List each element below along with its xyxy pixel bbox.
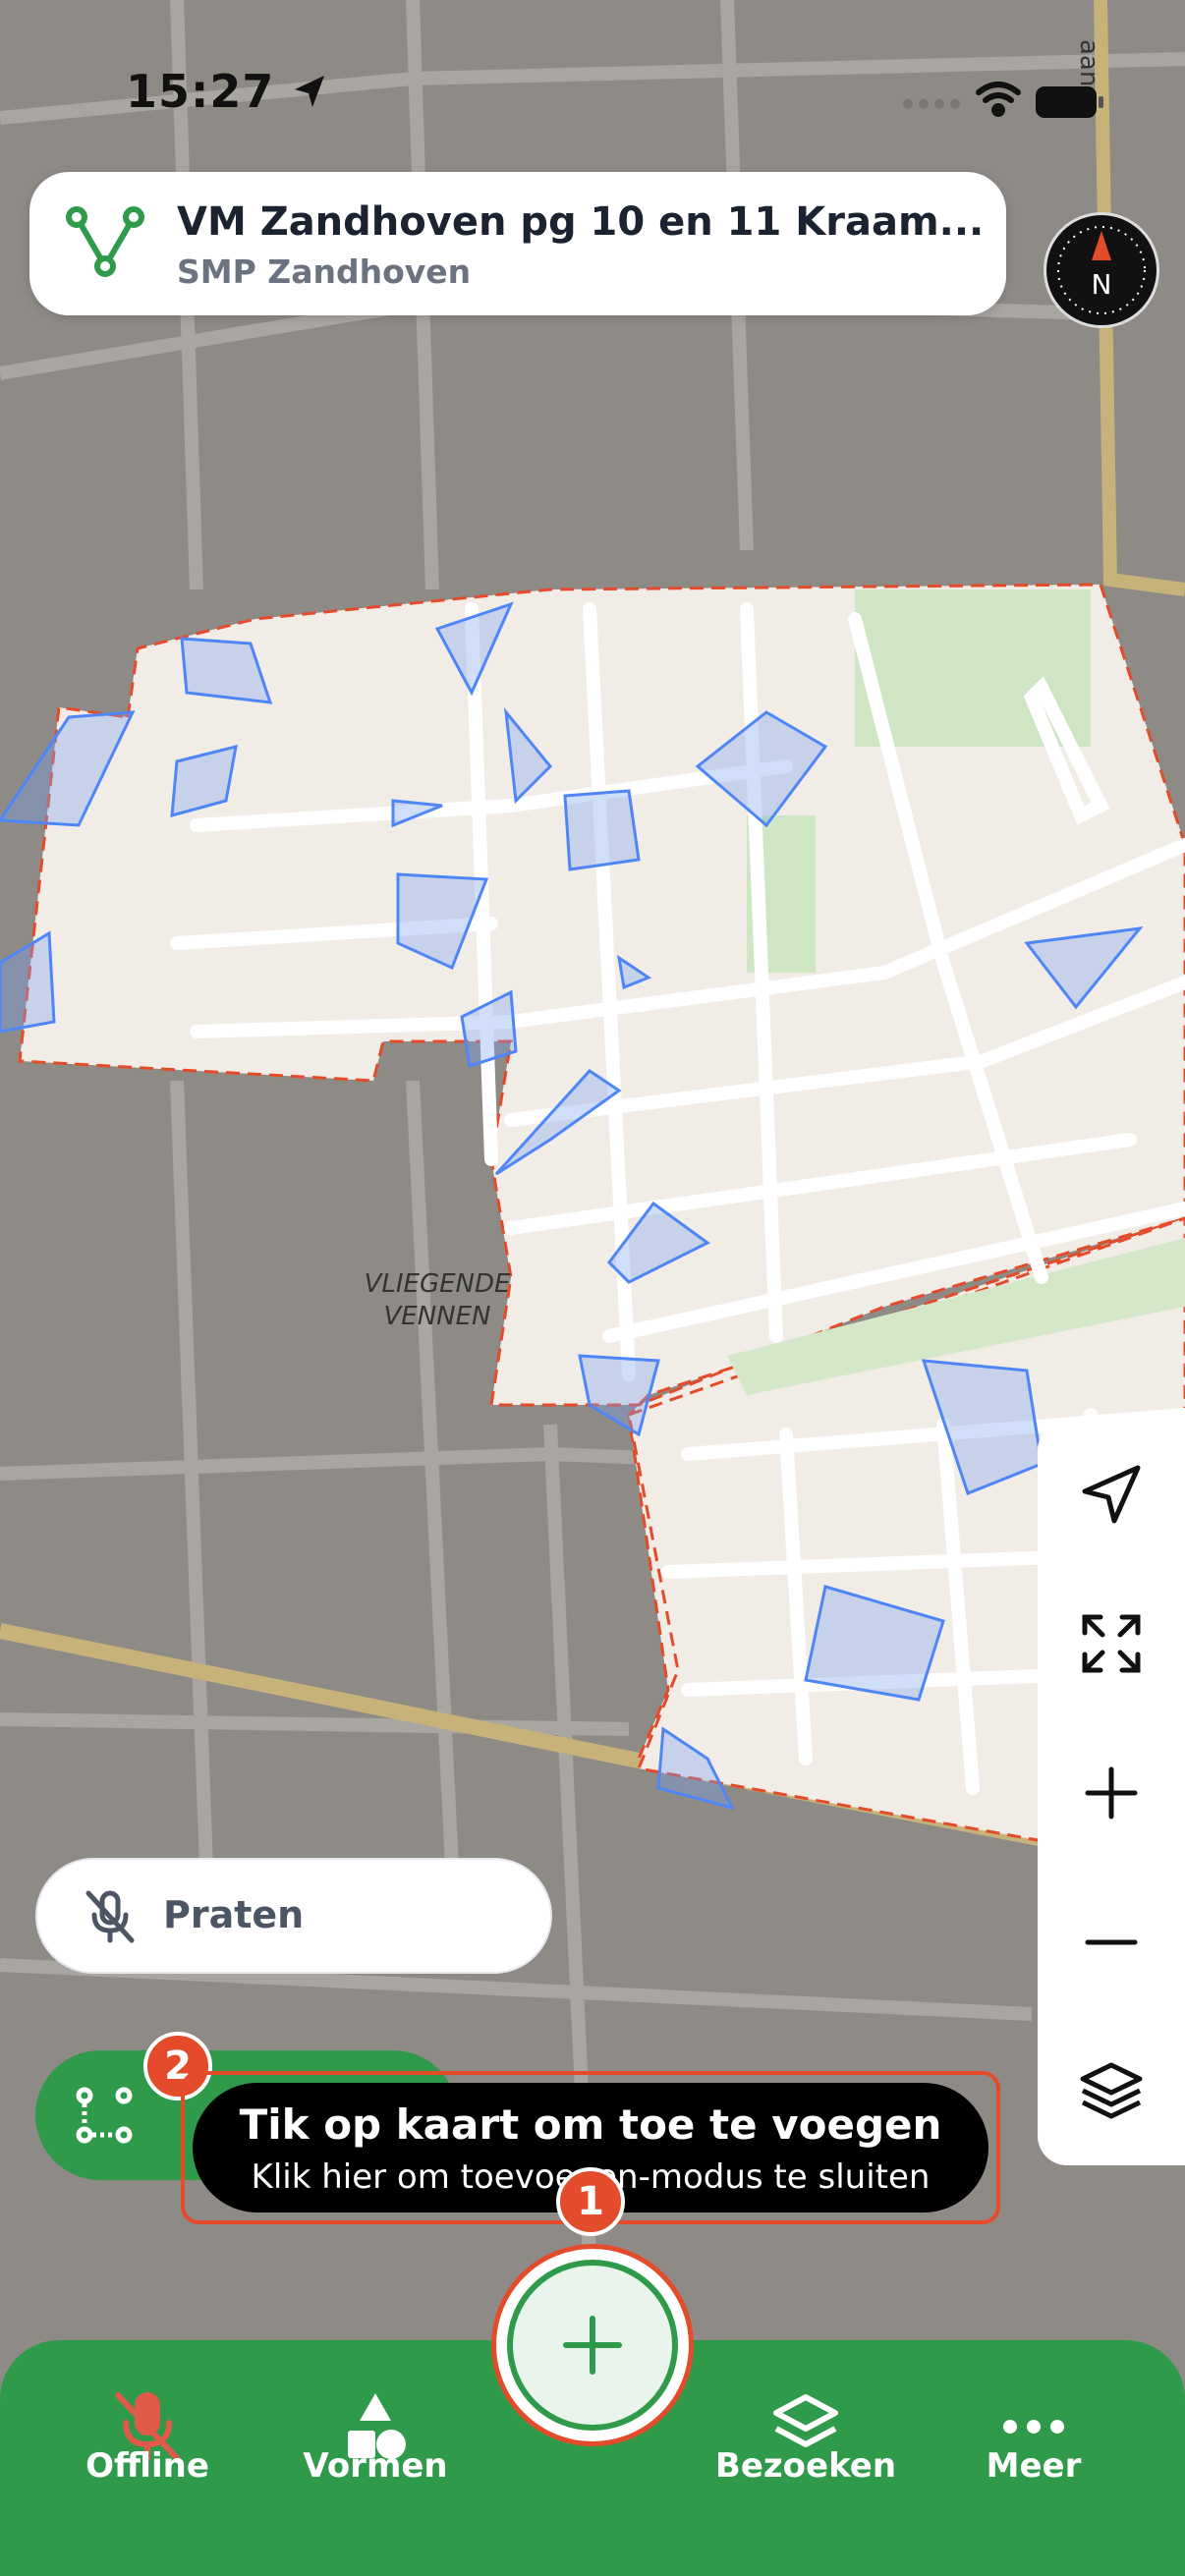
status-time-text: 15:27 xyxy=(126,65,275,118)
route-icon xyxy=(76,2087,133,2144)
step-badge-1: 1 xyxy=(556,2167,625,2236)
locate-button[interactable] xyxy=(1038,1421,1185,1568)
talk-button[interactable]: Praten xyxy=(35,1858,552,1974)
nav-offline[interactable]: Offline xyxy=(39,2340,255,2576)
status-icons xyxy=(900,75,1106,128)
nav-visits[interactable]: Bezoeken xyxy=(698,2340,914,2576)
zoom-out-button[interactable] xyxy=(1038,1869,1185,2016)
plus-icon xyxy=(563,2316,622,2375)
compass-button[interactable]: N xyxy=(1044,212,1159,328)
map-toolbar xyxy=(1038,1421,1185,2165)
add-button[interactable] xyxy=(507,2260,678,2431)
fit-bounds-button[interactable] xyxy=(1038,1570,1185,1717)
location-arrow-icon xyxy=(295,76,325,107)
mic-off-icon xyxy=(85,1890,135,1943)
zoom-in-button[interactable] xyxy=(1038,1719,1185,1867)
route-branch-icon xyxy=(66,206,144,277)
map-place-label: VLIEGENDE xyxy=(365,1269,511,1299)
nav-more[interactable]: Meer xyxy=(926,2340,1142,2576)
wifi-icon xyxy=(976,82,1021,117)
battery-icon xyxy=(1036,86,1103,118)
nav-more-label: Meer xyxy=(986,2446,1082,2486)
status-time: 15:27 xyxy=(126,65,330,118)
signal-icon xyxy=(903,99,960,109)
map-place-label-2: VENNEN xyxy=(384,1302,491,1331)
layers-icon xyxy=(1080,2062,1143,2119)
fit-bounds-icon xyxy=(1082,1614,1141,1673)
nav-offline-label: Offline xyxy=(85,2446,209,2486)
project-title-card[interactable]: VM Zandhoven pg 10 en 11 Kraam... SMP Za… xyxy=(29,172,1006,315)
project-subtitle: SMP Zandhoven xyxy=(177,252,472,291)
compass-icon: N xyxy=(1057,226,1146,314)
nav-visits-label: Bezoeken xyxy=(714,2446,897,2486)
zoom-in-icon xyxy=(1085,1766,1138,1820)
nav-shapes-label: Vormen xyxy=(303,2446,448,2486)
layers-button[interactable] xyxy=(1038,2018,1185,2165)
nav-shapes[interactable]: Vormen xyxy=(267,2340,483,2576)
talk-label: Praten xyxy=(163,1893,305,1936)
toast-title: Tik op kaart om toe te voegen xyxy=(239,2100,942,2149)
locate-icon xyxy=(1082,1465,1141,1524)
project-title: VM Zandhoven pg 10 en 11 Kraam... xyxy=(177,199,983,245)
zoom-out-icon xyxy=(1085,1939,1138,1945)
svg-text:N: N xyxy=(1092,268,1112,301)
